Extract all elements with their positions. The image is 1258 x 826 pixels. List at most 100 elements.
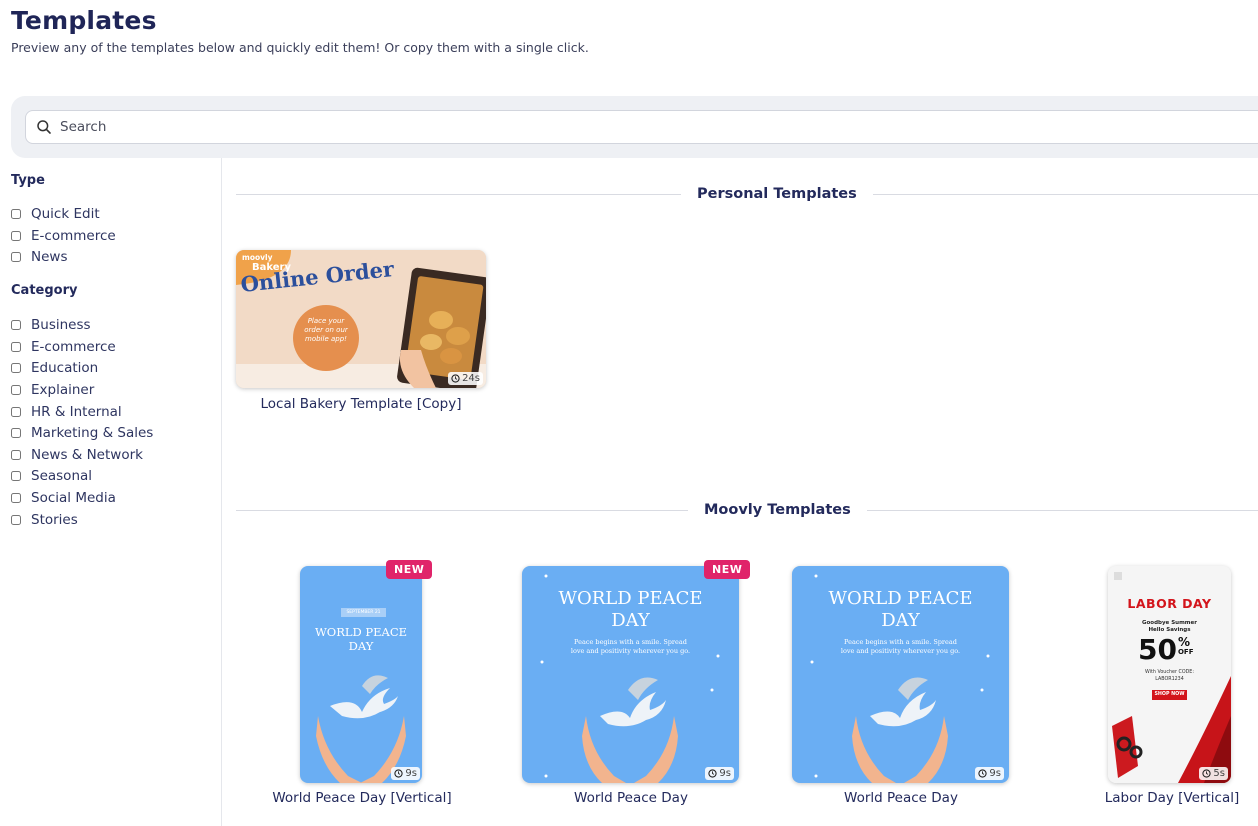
labor-discount: 50 % OFF — [1138, 636, 1193, 664]
duration-text: 9s — [989, 768, 1001, 779]
filter-label: Seasonal — [31, 468, 93, 484]
duration-badge: 9s — [975, 767, 1004, 780]
checkbox[interactable] — [11, 342, 21, 352]
filter-sidebar: Type Quick Edit E-commerce News Category… — [0, 158, 222, 826]
checkbox[interactable] — [11, 231, 21, 241]
template-title[interactable]: World Peace Day — [520, 790, 742, 806]
checkbox[interactable] — [11, 428, 21, 438]
template-thumbnail[interactable]: WORLD PEACE DAY Peace begins with a smil… — [522, 566, 739, 783]
bakery-brand-line1: moovly — [242, 253, 273, 262]
filter-type-e-commerce[interactable]: E-commerce — [11, 228, 116, 244]
filter-label: Education — [31, 360, 99, 376]
filter-category-marketing-sales[interactable]: Marketing & Sales — [11, 425, 153, 441]
clock-icon — [978, 769, 988, 778]
duration-badge: 9s — [705, 767, 734, 780]
dove-hands-artwork — [810, 574, 990, 783]
checkbox[interactable] — [11, 252, 21, 262]
duration-text: 24s — [462, 373, 480, 384]
duration-badge: 24s — [448, 372, 483, 385]
template-thumbnail[interactable]: LABOR DAY Goodbye Summer Hello Savings 5… — [1108, 566, 1231, 783]
new-badge: NEW — [386, 560, 433, 579]
clock-icon — [708, 769, 718, 778]
labor-percent: 50 — [1138, 633, 1177, 666]
divider — [866, 509, 1258, 511]
labor-voucher-line1: With Voucher CODE: — [1145, 670, 1194, 675]
filter-type-title: Type — [11, 173, 45, 188]
filter-category-hr-internal[interactable]: HR & Internal — [11, 404, 122, 420]
filter-label: E-commerce — [31, 339, 116, 355]
template-card[interactable]: LABOR DAY Goodbye Summer Hello Savings 5… — [1092, 560, 1252, 810]
template-thumbnail[interactable]: SEPTEMBER 21 WORLD PEACE DAY — [300, 566, 422, 783]
template-title[interactable]: Labor Day [Vertical] — [1092, 790, 1252, 806]
divider — [236, 509, 688, 511]
duration-text: 9s — [405, 768, 417, 779]
labor-sub1: Goodbye Summer — [1142, 620, 1197, 626]
search-bar — [11, 96, 1258, 158]
template-title[interactable]: World Peace Day [Vertical] — [262, 790, 462, 806]
filter-label: Social Media — [31, 490, 116, 506]
clock-icon — [1202, 769, 1212, 778]
template-card[interactable]: WORLD PEACE DAY Peace begins with a smil… — [520, 560, 751, 810]
moovly-templates-header: Moovly Templates — [236, 502, 1258, 518]
new-badge: NEW — [704, 560, 751, 579]
template-card[interactable]: WORLD PEACE DAY Peace begins with a smil… — [790, 560, 1012, 810]
search-input[interactable] — [60, 119, 660, 135]
filter-category-news-network[interactable]: News & Network — [11, 447, 143, 463]
duration-badge: 9s — [391, 767, 420, 780]
labor-cta: SHOP NOW — [1152, 690, 1187, 700]
section-title: Personal Templates — [697, 186, 857, 202]
checkbox[interactable] — [11, 471, 21, 481]
checkbox[interactable] — [11, 515, 21, 525]
divider — [872, 193, 1258, 195]
template-thumbnail[interactable]: WORLD PEACE DAY Peace begins with a smil… — [792, 566, 1009, 783]
duration-badge: 5s — [1199, 767, 1228, 780]
filter-category-education[interactable]: Education — [11, 360, 98, 376]
dove-hands-artwork — [540, 574, 720, 783]
filter-label: Stories — [31, 512, 78, 528]
labor-voucher-line2: LABOR1234 — [1155, 676, 1184, 682]
page-title: Templates — [11, 6, 157, 35]
search-icon — [36, 119, 52, 135]
filter-category-e-commerce[interactable]: E-commerce — [11, 339, 116, 355]
duration-text: 9s — [719, 768, 731, 779]
checkbox[interactable] — [11, 209, 21, 219]
template-title[interactable]: Local Bakery Template [Copy] — [236, 396, 486, 412]
template-title[interactable]: World Peace Day — [790, 790, 1012, 806]
filter-type-quick-edit[interactable]: Quick Edit — [11, 206, 100, 222]
labor-percent-sign: % — [1177, 635, 1190, 649]
search-box[interactable] — [25, 110, 1258, 144]
template-thumbnail[interactable]: moovly Bakery Online Order Place your or… — [236, 250, 486, 388]
clock-icon — [394, 769, 404, 778]
filter-category-business[interactable]: Business — [11, 317, 91, 333]
divider — [236, 193, 681, 195]
filter-label: News — [31, 249, 68, 265]
dove-hands-artwork — [316, 675, 406, 783]
clock-icon — [451, 374, 460, 383]
checkbox[interactable] — [11, 493, 21, 503]
template-card[interactable]: SEPTEMBER 21 WORLD PEACE DAY NEW 9s Worl… — [262, 560, 462, 810]
labor-off: OFF — [1177, 648, 1194, 656]
labor-voucher: With Voucher CODE: LABOR1234 — [1108, 670, 1231, 683]
checkbox[interactable] — [11, 407, 21, 417]
checkbox[interactable] — [11, 385, 21, 395]
checkbox[interactable] — [11, 320, 21, 330]
bakery-bubble-text: Place your order on our mobile app! — [304, 317, 348, 344]
checkbox[interactable] — [11, 363, 21, 373]
filter-category-social-media[interactable]: Social Media — [11, 490, 116, 506]
filter-category-seasonal[interactable]: Seasonal — [11, 468, 92, 484]
filter-category-explainer[interactable]: Explainer — [11, 382, 94, 398]
checkbox[interactable] — [11, 450, 21, 460]
filter-label: News & Network — [31, 447, 143, 463]
filter-category-stories[interactable]: Stories — [11, 512, 78, 528]
duration-text: 5s — [1213, 768, 1225, 779]
filter-category-title: Category — [11, 283, 78, 298]
filter-label: Marketing & Sales — [31, 425, 154, 441]
filter-label: HR & Internal — [31, 404, 122, 420]
section-title: Moovly Templates — [704, 502, 851, 518]
personal-templates-header: Personal Templates — [236, 186, 1258, 202]
labor-headline: LABOR DAY — [1127, 596, 1212, 611]
filter-type-news[interactable]: News — [11, 249, 67, 265]
filter-label: Explainer — [31, 382, 95, 398]
template-card[interactable]: moovly Bakery Online Order Place your or… — [236, 250, 486, 420]
filter-label: Business — [31, 317, 91, 333]
